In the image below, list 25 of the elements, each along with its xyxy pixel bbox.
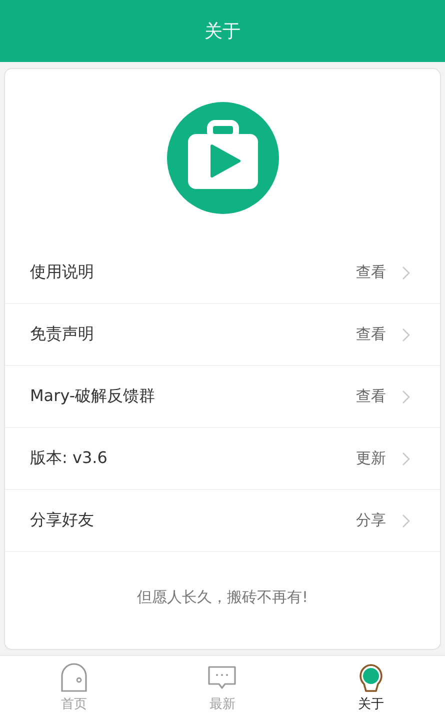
- chevron-right-icon: [402, 266, 410, 280]
- tab[interactable]: 关于: [296, 656, 445, 720]
- menu-row[interactable]: Mary-破解反馈群 查看: [5, 366, 440, 428]
- menu-label: 版本: v3.6: [30, 448, 108, 469]
- menu-action: 更新: [356, 449, 386, 468]
- chevron-right-icon: [402, 390, 410, 404]
- menu-row[interactable]: 分享好友 分享: [5, 490, 440, 552]
- menu-label: 使用说明: [30, 262, 95, 283]
- chevron-right-icon: [402, 328, 410, 342]
- menu-row[interactable]: 免责声明 查看: [5, 304, 440, 366]
- menu-label: Mary-破解反馈群: [30, 386, 156, 407]
- menu-action: 查看: [356, 263, 386, 282]
- menu-action: 分享: [356, 511, 386, 530]
- menu-label: 分享好友: [30, 510, 95, 531]
- menu-label: 免责声明: [30, 324, 95, 345]
- menu-action: 查看: [356, 387, 386, 406]
- footer-text: 但愿人长久，搬砖不再有!: [136, 588, 308, 607]
- menu-row[interactable]: 使用说明 查看: [5, 242, 440, 304]
- chevron-right-icon: [402, 514, 410, 528]
- menu-action: 查看: [356, 325, 386, 344]
- page-title: 关于: [204, 20, 240, 43]
- chevron-right-icon: [402, 452, 410, 466]
- menu-row[interactable]: 版本: v3.6 更新: [5, 428, 440, 490]
- app-logo-icon: [166, 102, 278, 214]
- home-icon: [59, 663, 90, 693]
